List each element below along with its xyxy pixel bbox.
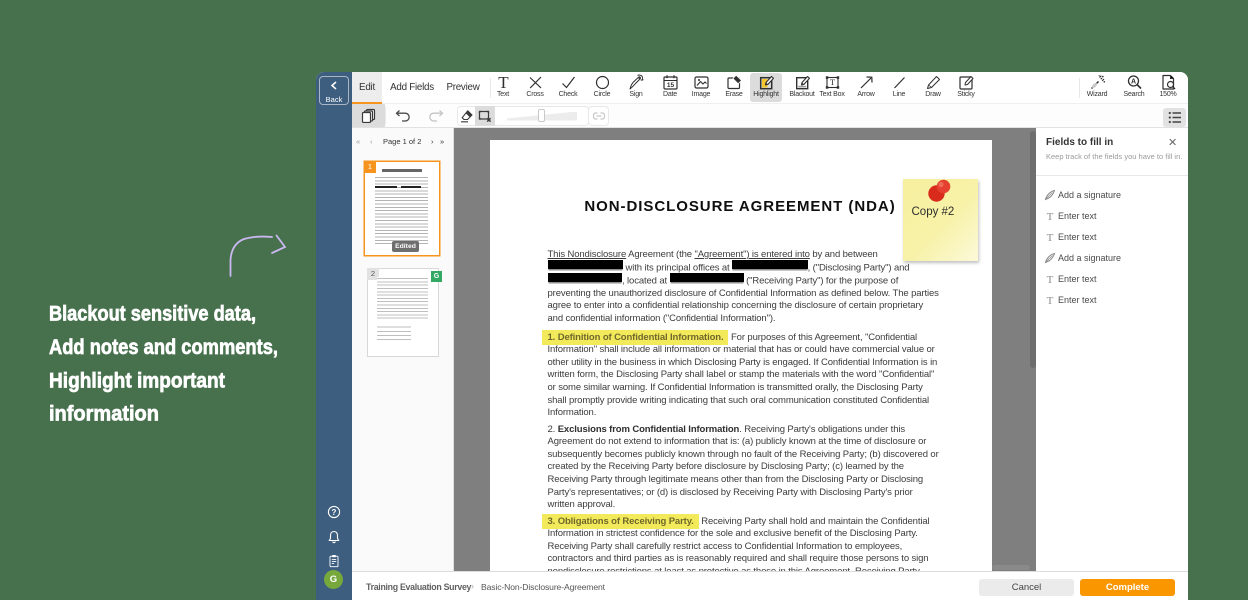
- svg-text:?: ?: [332, 508, 337, 517]
- svg-text:T: T: [498, 74, 509, 91]
- svg-text:information: information: [49, 403, 159, 426]
- svg-text:T: T: [1047, 295, 1054, 306]
- svg-text:15: 15: [666, 82, 674, 89]
- svg-text:Blackout sensitive data,: Blackout sensitive data,: [49, 303, 256, 326]
- svg-text:T: T: [1047, 211, 1054, 222]
- svg-text:Add notes and comments,: Add notes and comments,: [49, 336, 278, 359]
- svg-text:Highlight important: Highlight important: [49, 370, 225, 393]
- svg-text:T: T: [1047, 232, 1054, 243]
- svg-text:T: T: [1047, 274, 1054, 285]
- svg-text:T: T: [829, 77, 835, 87]
- svg-text:A: A: [1130, 79, 1135, 86]
